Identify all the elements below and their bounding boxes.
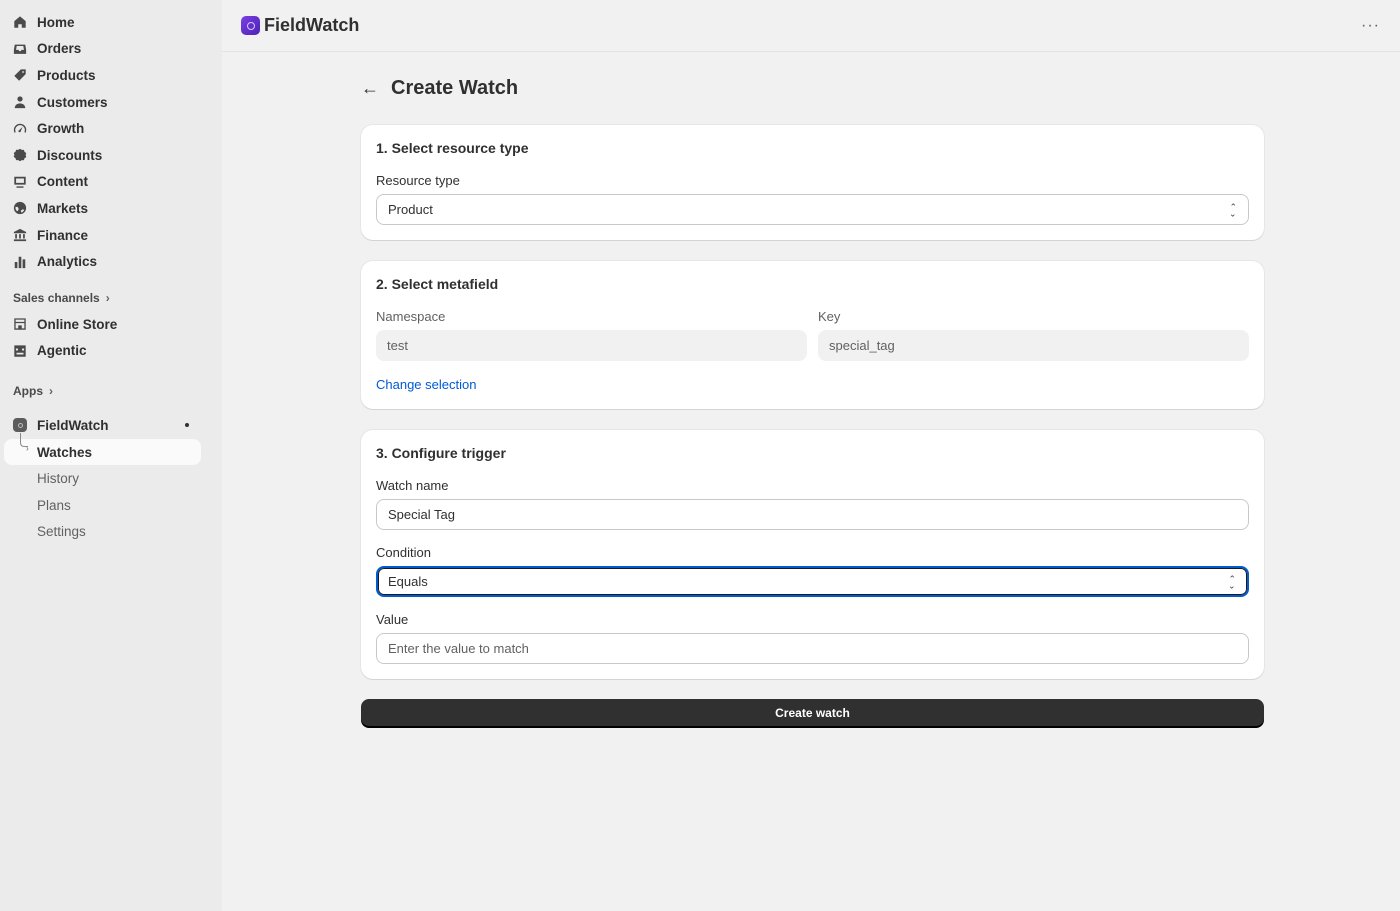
nav-label: Customers [37,94,108,110]
page-header: ← Create Watch [361,73,1264,103]
create-watch-button[interactable]: Create watch [361,699,1264,726]
key-field: special_tag [818,330,1249,361]
nav-markets[interactable]: Markets [0,195,222,222]
home-icon [13,15,27,29]
nav-discounts[interactable]: Discounts [0,142,222,169]
resource-type-label: Resource type [376,173,460,188]
select-chevrons-icon: ⌃ ⌃ [1228,573,1236,590]
value-input[interactable]: Enter the value to match [376,633,1249,664]
condition-select[interactable]: Equals ⌃ ⌃ [376,566,1249,597]
more-actions-icon[interactable]: ··· [1361,17,1380,35]
nav-label: Agentic [37,343,87,359]
app-title: FieldWatch [264,15,360,35]
discount-icon [13,148,27,162]
page-title: Create Watch [391,76,519,99]
sub-item-label: Settings [37,524,86,540]
tree-arrow-icon: › [26,443,29,453]
card-resource-type: 1. Select resource type Resource type Pr… [361,125,1264,240]
sidebar-item-history[interactable]: History [0,465,222,492]
select-chevrons-icon: ⌃ ⌃ [1229,201,1237,218]
nav-label: Growth [37,121,85,137]
nav-label: FieldWatch [37,417,109,433]
sales-channels-heading[interactable]: Sales channels › [0,285,222,311]
nav-label: Content [37,174,88,190]
nav-label: Orders [37,41,82,57]
chevron-right-icon: › [49,384,53,399]
condition-value: Equals [388,574,428,589]
resource-type-select[interactable]: Product ⌃ ⌃ [376,194,1249,225]
pin-dot-icon[interactable] [185,423,189,428]
person-icon [13,95,27,109]
nav-label: Home [37,14,75,30]
sub-item-label: Watches [37,444,93,460]
nav-products[interactable]: Products [0,62,222,89]
nav-finance[interactable]: Finance [0,222,222,249]
nav-growth[interactable]: Growth [0,115,222,142]
nav-orders[interactable]: Orders [0,36,222,63]
sub-item-label: Plans [37,497,71,513]
nav-home[interactable]: Home [0,9,222,36]
tag-icon [13,68,27,82]
sidebar-item-watches[interactable]: › Watches [4,432,201,466]
condition-label: Condition [376,545,431,560]
nav-label: Discounts [37,147,103,163]
card-metafield: 2. Select metafield Namespace test Key s… [361,261,1264,409]
value-placeholder: Enter the value to match [388,641,529,656]
namespace-value: test [387,338,408,353]
inbox-icon [13,42,27,56]
nav-label: Analytics [37,254,98,270]
sub-item-label: History [37,471,80,487]
main-content: ← Create Watch 1. Select resource type R… [361,73,1264,726]
store-icon [13,317,27,331]
apps-label: Apps [13,384,43,399]
watch-name-input[interactable]: Special Tag [376,499,1249,530]
nav-label: Online Store [37,316,118,332]
fieldwatch-logo-icon [241,16,260,35]
nav-online-store[interactable]: Online Store [0,311,222,338]
key-value: special_tag [829,338,895,353]
content-icon [13,175,27,189]
bar-chart-icon [13,255,27,269]
robot-icon [13,344,27,358]
apps-heading[interactable]: Apps › [0,378,222,404]
namespace-label: Namespace [376,309,446,324]
watch-name-value: Special Tag [388,507,455,522]
step3-heading: 3. Configure trigger [376,445,506,461]
nav-label: Finance [37,227,89,243]
sidebar-item-plans[interactable]: Plans [0,492,222,519]
watch-name-label: Watch name [376,478,449,493]
fieldwatch-app-icon [13,418,27,433]
sidebar-item-settings[interactable]: Settings [0,519,222,546]
value-label: Value [376,612,409,627]
sidebar: Home Orders Products Customers Growth Di… [0,0,222,911]
nav-customers[interactable]: Customers [0,89,222,116]
nav-analytics[interactable]: Analytics [0,248,222,275]
chevron-right-icon: › [105,290,110,305]
nav-app-fieldwatch[interactable]: FieldWatch [0,412,222,439]
nav-label: Markets [37,200,89,216]
namespace-field: test [376,330,807,361]
nav-content[interactable]: Content [0,169,222,196]
nav-label: Products [37,67,96,83]
step1-heading: 1. Select resource type [376,140,529,156]
gauge-icon [13,122,27,136]
bank-icon [13,228,27,242]
back-arrow-icon[interactable]: ← [361,78,391,99]
change-selection-link[interactable]: Change selection [376,377,476,392]
sales-channels-label: Sales channels [13,290,100,305]
card-trigger: 3. Configure trigger Watch name Special … [361,430,1264,679]
key-label: Key [818,309,841,324]
app-topbar: FieldWatch ··· [222,0,1400,52]
nav-agentic[interactable]: Agentic [0,338,222,365]
resource-type-value: Product [388,202,433,217]
globe-icon [13,201,27,215]
step2-heading: 2. Select metafield [376,276,499,292]
